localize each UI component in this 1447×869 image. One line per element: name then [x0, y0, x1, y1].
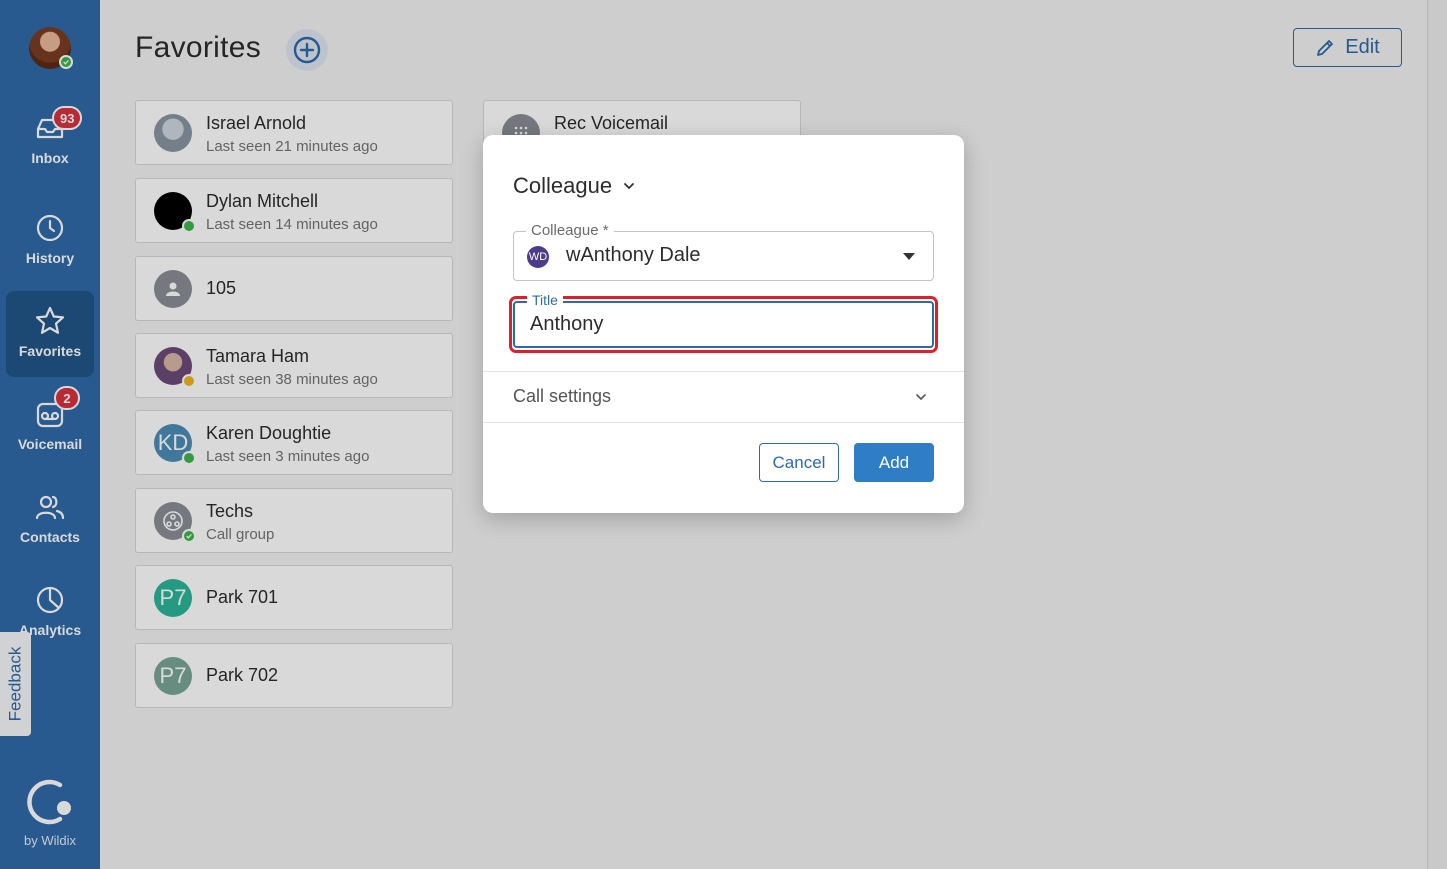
title-field-label: Title: [527, 292, 563, 308]
chevron-down-icon: [624, 183, 634, 190]
caret-down-icon: [903, 253, 915, 260]
favorite-type-label: Colleague: [513, 173, 613, 198]
call-settings-toggle[interactable]: Call settings: [513, 386, 934, 407]
add-favorite-dialog: Colleague Colleague * WD wAnthony Dale T…: [483, 135, 964, 513]
divider: [483, 422, 964, 423]
chevron-down-icon: [916, 393, 926, 400]
add-button[interactable]: Add: [854, 443, 934, 482]
title-field[interactable]: Title: [513, 292, 934, 348]
cancel-button[interactable]: Cancel: [759, 443, 839, 482]
call-settings-label: Call settings: [513, 386, 612, 406]
divider: [483, 371, 964, 372]
favorite-type-dropdown[interactable]: Colleague: [513, 173, 636, 199]
colleague-select[interactable]: Colleague * WD wAnthony Dale: [513, 222, 934, 281]
colleague-field-label: Colleague *: [526, 222, 614, 239]
title-input[interactable]: [530, 313, 910, 336]
colleague-value: wAnthony Dale: [566, 244, 701, 266]
colleague-avatar: WD: [527, 246, 549, 268]
